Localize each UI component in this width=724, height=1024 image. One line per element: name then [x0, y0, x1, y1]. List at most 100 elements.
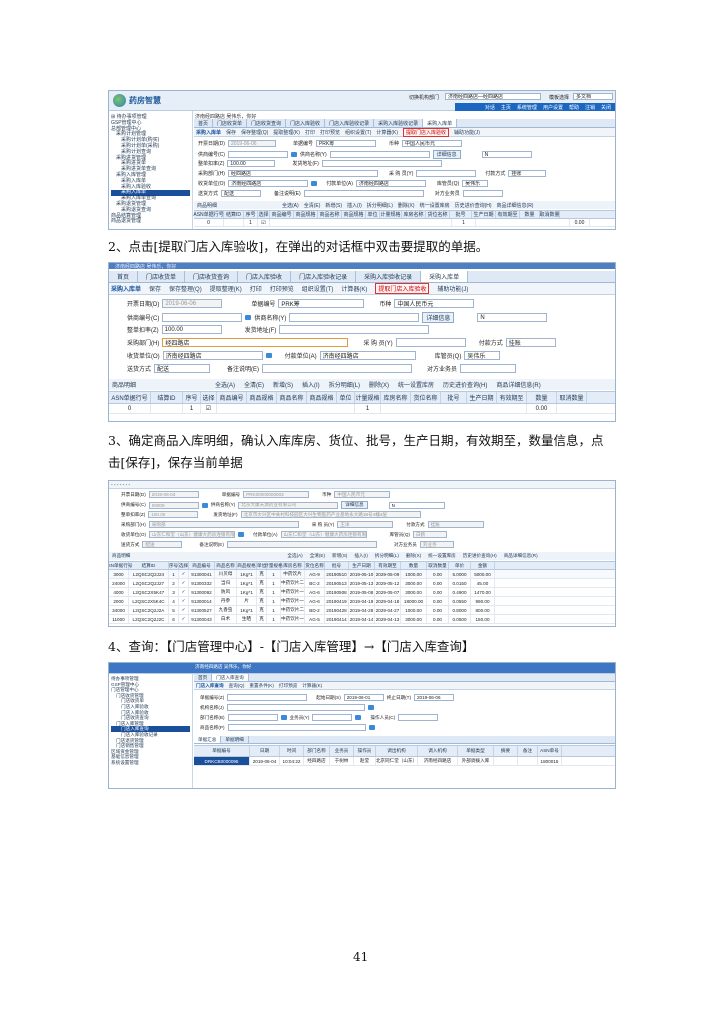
clear-all-button[interactable]: 全清(E) — [304, 202, 321, 209]
n-field[interactable]: N — [481, 151, 532, 158]
lookup-icon[interactable] — [245, 315, 252, 320]
currency-field[interactable]: 中国人民币元 — [394, 299, 475, 308]
pay-unit-field[interactable]: 济南经四路店 — [319, 351, 416, 360]
detail-info-button[interactable]: 详细信息 — [432, 150, 461, 159]
tab-store-inbound-check[interactable]: 门店入库验收 — [286, 119, 326, 127]
save-button[interactable]: 保存 — [149, 284, 161, 293]
select-all-button[interactable]: 全选(A) — [282, 202, 299, 209]
tab-store-inbound-check[interactable]: 门店入库验收 — [238, 271, 292, 282]
extract-store-inbound-button[interactable]: 提取门店入库验收 — [403, 127, 450, 137]
pay-select[interactable]: 挂账 — [427, 521, 484, 528]
buyer-field[interactable]: 王洋 — [337, 521, 394, 528]
delivery-select[interactable]: 配送 — [221, 190, 262, 197]
nav-logout[interactable]: 注销 — [585, 104, 595, 111]
calculator-button[interactable]: 计算器(K) — [302, 683, 322, 689]
add-button[interactable]: 新增(S) — [273, 380, 293, 389]
checkbox[interactable]: ✓ — [179, 570, 189, 578]
delete-button[interactable]: 删除(X) — [369, 380, 389, 389]
delete-button[interactable]: 删除(X) — [406, 553, 421, 559]
select-all-button[interactable]: 全选(A) — [287, 553, 302, 559]
query-button[interactable]: 查询(Q) — [229, 683, 245, 689]
supplier-no-field[interactable] — [227, 151, 288, 158]
recv-unit-field[interactable]: 济南经四路店 — [162, 351, 263, 360]
calculator-button[interactable]: 计算器(K) — [341, 284, 367, 293]
detail-info-button[interactable]: 详细信息 — [422, 312, 455, 323]
split-button[interactable]: 拆分明细(L) — [367, 202, 393, 209]
lookup-icon[interactable] — [368, 725, 375, 730]
print-preview-button[interactable]: 打印预览 — [320, 129, 340, 136]
buyer-dept-field[interactable]: 经四路店 — [162, 338, 349, 347]
org-settings-button[interactable]: 组织设置(T) — [345, 129, 371, 136]
split-button[interactable]: 拆分明细(L) — [329, 380, 360, 389]
remark-field[interactable] — [303, 190, 424, 197]
tab-store-receipt[interactable]: 门店收货单 — [138, 271, 186, 282]
start-date-field[interactable]: 2019-06-01 — [343, 694, 384, 701]
nav-home[interactable]: 主页 — [501, 104, 511, 111]
open-date-field[interactable]: 2019-06-06 — [227, 140, 276, 147]
table-row[interactable]: 3000 L2QSC2Q2J24 1 ✓ 91300041 川贝母 1Kg*1 克 1 中药饮片 A… — [109, 570, 615, 579]
supplier-name-field[interactable]: 北京大康天源药业有限公司 — [238, 501, 339, 509]
checkbox[interactable]: ✓ — [179, 579, 189, 587]
insert-button[interactable]: 插入(I) — [354, 553, 368, 559]
salesman-field[interactable] — [312, 714, 353, 721]
lookup-icon[interactable] — [367, 705, 374, 710]
clear-all-button[interactable]: 全清(E) — [244, 380, 264, 389]
tab-purchase-inbound[interactable]: 采购入库单 — [421, 271, 469, 282]
table-row[interactable]: 2000 L2QSC2X5K4C 4 ✓ 91300014 丹参片克 1 中药饮片一 AG-6 2… — [109, 597, 615, 606]
salesman-field[interactable] — [460, 364, 517, 373]
tab-inbound-check-record[interactable]: 门店入库验收记录 — [291, 271, 357, 282]
tab-home[interactable]: 首页 — [194, 119, 214, 127]
checkbox[interactable]: ☑ — [201, 404, 217, 413]
tab-store-inbound-query[interactable]: 门店入库查询 — [212, 674, 249, 681]
lookup-icon[interactable] — [280, 715, 287, 720]
tab-home[interactable]: 首页 — [109, 271, 139, 282]
buyer-field[interactable] — [395, 338, 466, 347]
lookup-icon[interactable] — [265, 353, 272, 358]
lookup-icon[interactable] — [311, 181, 318, 186]
checkbox[interactable]: ✓ — [179, 606, 189, 614]
lookup-icon[interactable] — [238, 532, 245, 537]
doc-no-field[interactable]: PRK筹 — [278, 299, 365, 308]
tab-doc-detail[interactable]: 单据明细 — [221, 736, 249, 743]
open-date-field[interactable]: 2019-06-04 — [148, 491, 199, 498]
ship-addr-field[interactable] — [321, 160, 442, 167]
aux-functions-button[interactable]: 辅助功能(J) — [437, 284, 468, 293]
set-warehouse-button[interactable]: 统一设置库房 — [428, 553, 456, 559]
select-all-button[interactable]: 全选(A) — [215, 380, 235, 389]
dept-field[interactable] — [227, 714, 278, 721]
currency-field[interactable]: 中国人民币元 — [401, 140, 462, 147]
reset-button[interactable]: 重置条件(K) — [249, 683, 274, 689]
org-settings-button[interactable]: 组织设置(T) — [302, 284, 334, 293]
tab-purchase-inbound[interactable]: 采购入库单 — [423, 119, 458, 127]
delivery-select[interactable]: 配送 — [154, 364, 211, 373]
discount-field[interactable]: 100.00 — [148, 511, 199, 518]
product-detail-button[interactable]: 商品详细信息(R) — [497, 202, 534, 209]
doc-no-field[interactable] — [227, 694, 308, 701]
table-row[interactable]: 4000 L2QSC2X5K47 3 ✓ 91300092 防风 1Kg*1 克 1 中药饮片一 A… — [109, 588, 615, 597]
ship-addr-field[interactable] — [279, 325, 430, 334]
table-row[interactable]: 11000 L2QSC2Q2J2C 6 ✓ 91300043 白术 生晒克 1 中药饮片一 AG-… — [109, 615, 615, 624]
set-warehouse-button[interactable]: 统一设置库房 — [398, 380, 434, 389]
extract-store-inbound-button[interactable]: 提取门店入库验收 — [375, 283, 430, 294]
delivery-select[interactable]: 配送 — [142, 541, 183, 548]
supplier-name-field[interactable] — [329, 151, 430, 158]
buyer-dept-field[interactable]: 经四路店 — [227, 170, 378, 177]
checkbox[interactable]: ✓ — [179, 597, 189, 605]
org-field[interactable] — [226, 704, 365, 711]
product-field[interactable] — [227, 724, 366, 731]
print-button[interactable]: 打印 — [305, 129, 315, 136]
save-draft-button[interactable]: 保存整理(Q) — [169, 284, 202, 293]
lookup-icon[interactable] — [355, 715, 362, 720]
add-button[interactable]: 新增(S) — [332, 553, 347, 559]
doc-no-field[interactable]: PRK筹 — [315, 140, 376, 147]
remark-field[interactable] — [226, 541, 377, 548]
tree-item[interactable]: 系统设置管理 — [111, 760, 190, 766]
remark-field[interactable] — [262, 364, 413, 373]
keeper-field[interactable]: 吴伟乐 — [462, 180, 489, 187]
delete-button[interactable]: 删除(X) — [398, 202, 415, 209]
doc-no-field[interactable]: PRK00000000003 — [243, 491, 310, 498]
keeper-field[interactable]: 吴伟乐 — [464, 351, 501, 360]
tab-home[interactable]: 首页 — [194, 674, 213, 681]
pay-select[interactable]: 挂账 — [508, 170, 547, 177]
lookup-icon[interactable] — [201, 502, 208, 508]
